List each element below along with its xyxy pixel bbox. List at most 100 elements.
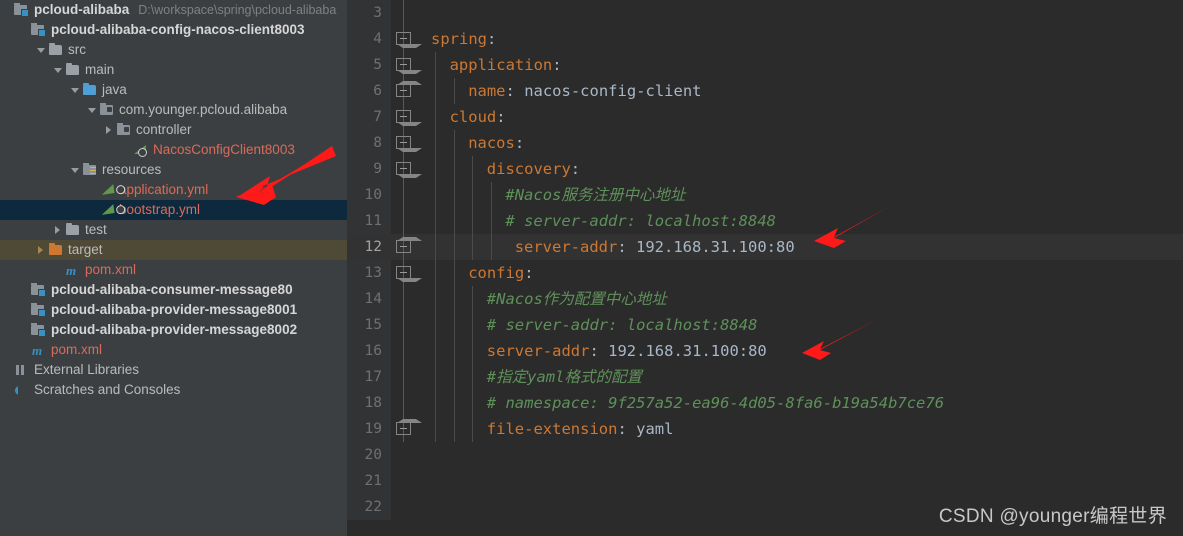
fold-open-icon[interactable] [396, 110, 422, 126]
tree-item-scratches-and-consoles[interactable]: Scratches and Consoles [0, 380, 347, 400]
fold-gutter[interactable] [391, 182, 417, 208]
tree-item-pcloud-alibaba-config-nacos-client8003[interactable]: pcloud-alibaba-config-nacos-client8003 [0, 20, 347, 40]
fold-end-icon[interactable] [396, 419, 422, 435]
chevron-down-icon[interactable] [68, 80, 81, 100]
fold-gutter[interactable] [391, 78, 422, 104]
tree-item-com-younger-pcloud-alibaba[interactable]: com.younger.pcloud.alibaba [0, 100, 347, 120]
chevron-down-icon[interactable] [51, 60, 64, 80]
fold-gutter[interactable] [391, 130, 422, 156]
fold-gutter[interactable] [391, 468, 417, 494]
code-text[interactable]: server-addr: 192.168.31.100:80 [417, 338, 1183, 364]
fold-gutter[interactable] [391, 260, 422, 286]
code-text[interactable]: server-addr: 192.168.31.100:80 [417, 234, 1183, 260]
code-text[interactable] [417, 442, 1183, 468]
tree-item-resources[interactable]: resources [0, 160, 347, 180]
tree-item-test[interactable]: test [0, 220, 347, 240]
tree-item-pcloud-alibaba-consumer-message80[interactable]: pcloud-alibaba-consumer-message80 [0, 280, 347, 300]
fold-gutter[interactable] [391, 390, 417, 416]
code-line[interactable]: 19 file-extension: yaml [347, 416, 1183, 442]
code-text[interactable]: spring: [417, 26, 1183, 52]
code-line[interactable]: 14 #Nacos作为配置中心地址 [347, 286, 1183, 312]
code-text[interactable]: discovery: [417, 156, 1183, 182]
fold-gutter[interactable] [391, 416, 422, 442]
fold-gutter[interactable] [391, 208, 417, 234]
tree-item-project-root[interactable]: pcloud-alibaba D:\workspace\spring\pclou… [0, 0, 347, 20]
yaml-file-icon [98, 182, 116, 198]
code-text[interactable] [417, 468, 1183, 494]
code-line[interactable]: 16 server-addr: 192.168.31.100:80 [347, 338, 1183, 364]
fold-open-icon[interactable] [396, 32, 422, 48]
fold-gutter[interactable] [391, 0, 417, 26]
chevron-right-icon[interactable] [51, 220, 64, 240]
code-line[interactable]: 4 spring: [347, 26, 1183, 52]
tree-item-bootstrap-yml[interactable]: bootstrap.yml [0, 200, 347, 220]
fold-open-icon[interactable] [396, 162, 422, 178]
code-line[interactable]: 12 server-addr: 192.168.31.100:80 [347, 234, 1183, 260]
fold-gutter[interactable] [391, 234, 422, 260]
project-tool-window[interactable]: pcloud-alibaba D:\workspace\spring\pclou… [0, 0, 347, 536]
code-text[interactable]: #Nacos作为配置中心地址 [417, 286, 1183, 312]
code-text[interactable]: #指定yaml格式的配置 [417, 364, 1183, 390]
line-number: 7 [347, 104, 391, 130]
code-editor[interactable]: 3 4 spring: 5 application: 6 name: nacos-confi… [347, 0, 1183, 536]
code-text[interactable]: name: nacos-config-client [417, 78, 1183, 104]
code-line[interactable]: 9 discovery: [347, 156, 1183, 182]
fold-gutter[interactable] [391, 312, 417, 338]
chevron-down-icon[interactable] [34, 40, 47, 60]
fold-gutter[interactable] [391, 52, 422, 78]
fold-open-icon[interactable] [396, 58, 422, 74]
code-line[interactable]: 21 [347, 468, 1183, 494]
code-text[interactable]: application: [417, 52, 1183, 78]
indent-guides [417, 468, 1183, 494]
code-line[interactable]: 8 nacos: [347, 130, 1183, 156]
code-line[interactable]: 20 [347, 442, 1183, 468]
code-line[interactable]: 17 #指定yaml格式的配置 [347, 364, 1183, 390]
code-line[interactable]: 5 application: [347, 52, 1183, 78]
tree-item-main[interactable]: main [0, 60, 347, 80]
code-line[interactable]: 10 #Nacos服务注册中心地址 [347, 182, 1183, 208]
fold-gutter[interactable] [391, 494, 417, 520]
tree-item-src[interactable]: src [0, 40, 347, 60]
code-text[interactable]: cloud: [417, 104, 1183, 130]
code-text[interactable]: file-extension: yaml [417, 416, 1183, 442]
fold-gutter[interactable] [391, 364, 417, 390]
tree-item-controller[interactable]: controller [0, 120, 347, 140]
tree-item-pcloud-alibaba-provider-message8001[interactable]: pcloud-alibaba-provider-message8001 [0, 300, 347, 320]
fold-gutter[interactable] [391, 442, 417, 468]
code-line[interactable]: 11 # server-addr: localhost:8848 [347, 208, 1183, 234]
tree-item-external-libraries[interactable]: External Libraries [0, 360, 347, 380]
code-line[interactable]: 6 name: nacos-config-client [347, 78, 1183, 104]
fold-end-icon[interactable] [396, 237, 422, 253]
code-text[interactable]: #Nacos服务注册中心地址 [417, 182, 1183, 208]
chevron-right-icon[interactable] [102, 120, 115, 140]
code-text[interactable]: nacos: [417, 130, 1183, 156]
code-text[interactable] [417, 0, 1183, 26]
tree-item-pom-xml[interactable]: m pom.xml [0, 340, 347, 360]
tree-item-target[interactable]: target [0, 240, 347, 260]
tree-item-java[interactable]: java [0, 80, 347, 100]
tree-item-application-yml[interactable]: application.yml [0, 180, 347, 200]
code-line[interactable]: 18 # namespace: 9f257a52-ea96-4d05-8fa6-b… [347, 390, 1183, 416]
code-text[interactable]: # server-addr: localhost:8848 [417, 312, 1183, 338]
fold-gutter[interactable] [391, 286, 417, 312]
fold-open-icon[interactable] [396, 266, 422, 282]
fold-end-icon[interactable] [396, 81, 422, 97]
fold-gutter[interactable] [391, 26, 422, 52]
fold-gutter[interactable] [391, 156, 422, 182]
fold-gutter[interactable] [391, 104, 422, 130]
chevron-down-icon[interactable] [85, 100, 98, 120]
code-text[interactable]: # server-addr: localhost:8848 [417, 208, 1183, 234]
code-line[interactable]: 3 [347, 0, 1183, 26]
code-text[interactable]: # namespace: 9f257a52-ea96-4d05-8fa6-b19… [417, 390, 1183, 416]
code-line[interactable]: 15 # server-addr: localhost:8848 [347, 312, 1183, 338]
chevron-down-icon[interactable] [68, 160, 81, 180]
fold-open-icon[interactable] [396, 136, 422, 152]
chevron-right-icon[interactable] [34, 240, 47, 260]
tree-item-pom-xml[interactable]: m pom.xml [0, 260, 347, 280]
code-line[interactable]: 7 cloud: [347, 104, 1183, 130]
tree-item-pcloud-alibaba-provider-message8002[interactable]: pcloud-alibaba-provider-message8002 [0, 320, 347, 340]
fold-gutter[interactable] [391, 338, 417, 364]
code-line[interactable]: 13 config: [347, 260, 1183, 286]
tree-item-nacosconfigclient8003[interactable]: NacosConfigClient8003 [0, 140, 347, 160]
code-text[interactable]: config: [417, 260, 1183, 286]
